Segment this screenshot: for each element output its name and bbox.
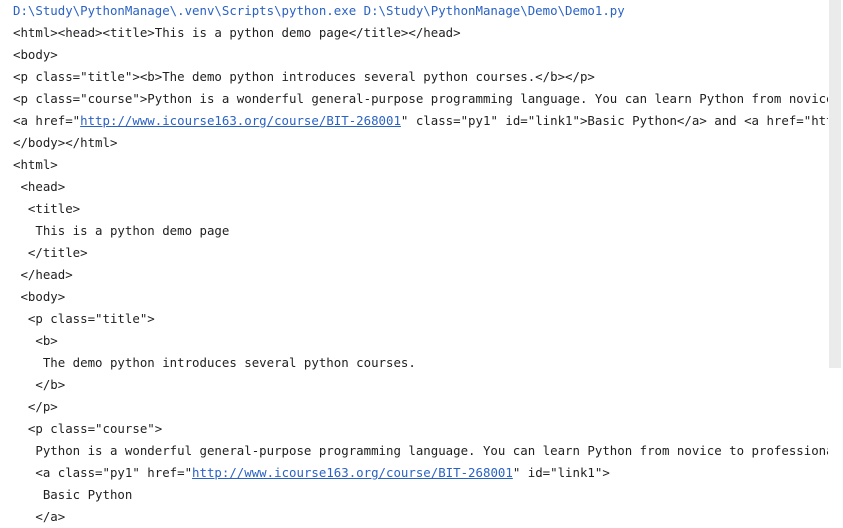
prettified-line: Python is a wonderful general-purpose pr… [35, 443, 828, 458]
prettified-text: " id="link1"> [512, 465, 610, 480]
course-link[interactable]: http://www.icourse163.org/course/BIT-268… [80, 113, 401, 128]
console-text-area[interactable]: D:\Study\PythonManage\.venv\Scripts\pyth… [13, 0, 828, 528]
raw-html-line: <html><head><title>This is a python demo… [13, 25, 461, 40]
raw-html-text: " class="py1" id="link1">Basic Python</a… [400, 113, 828, 128]
scrollbar-thumb[interactable] [829, 0, 841, 368]
raw-html-line: <p class="course">Python is a wonderful … [13, 91, 828, 106]
prettified-line: </title> [13, 245, 88, 260]
run-command-line: D:\Study\PythonManage\.venv\Scripts\pyth… [13, 3, 625, 18]
prettified-line: <a class="py1" href="http://www.icourse1… [13, 462, 828, 484]
course-link[interactable]: http://www.icourse163.org/course/BIT-268… [192, 465, 513, 480]
raw-html-line: </body></html> [13, 135, 118, 150]
raw-html-line: <p class="title"><b>The demo python intr… [13, 69, 595, 84]
prettified-line: <head> [13, 179, 66, 194]
prettified-line: Basic Python [13, 487, 133, 502]
prettified-line: <html> [13, 157, 58, 172]
prettified-text: <a class="py1" href=" [13, 465, 193, 480]
run-console-output: D:\Study\PythonManage\.venv\Scripts\pyth… [0, 0, 843, 528]
prettified-line: <p class="course"> [13, 421, 163, 436]
raw-html-line: <a href="http://www.icourse163.org/cours… [13, 110, 828, 132]
prettified-line: The demo python introduces several pytho… [13, 355, 416, 370]
raw-html-line: <body> [13, 47, 58, 62]
prettified-line: This is a python demo page [13, 223, 230, 238]
raw-html-text: <a href=" [13, 113, 81, 128]
prettified-line: </head> [13, 267, 73, 282]
prettified-line: <body> [13, 289, 66, 304]
vertical-scrollbar[interactable] [829, 0, 843, 528]
prettified-line: </a> [13, 509, 66, 524]
prettified-line: <b> [13, 333, 58, 348]
prettified-line: <p class="title"> [13, 311, 155, 326]
prettified-line: </b> [13, 377, 66, 392]
prettified-line: </p> [13, 399, 58, 414]
prettified-line: <title> [13, 201, 81, 216]
